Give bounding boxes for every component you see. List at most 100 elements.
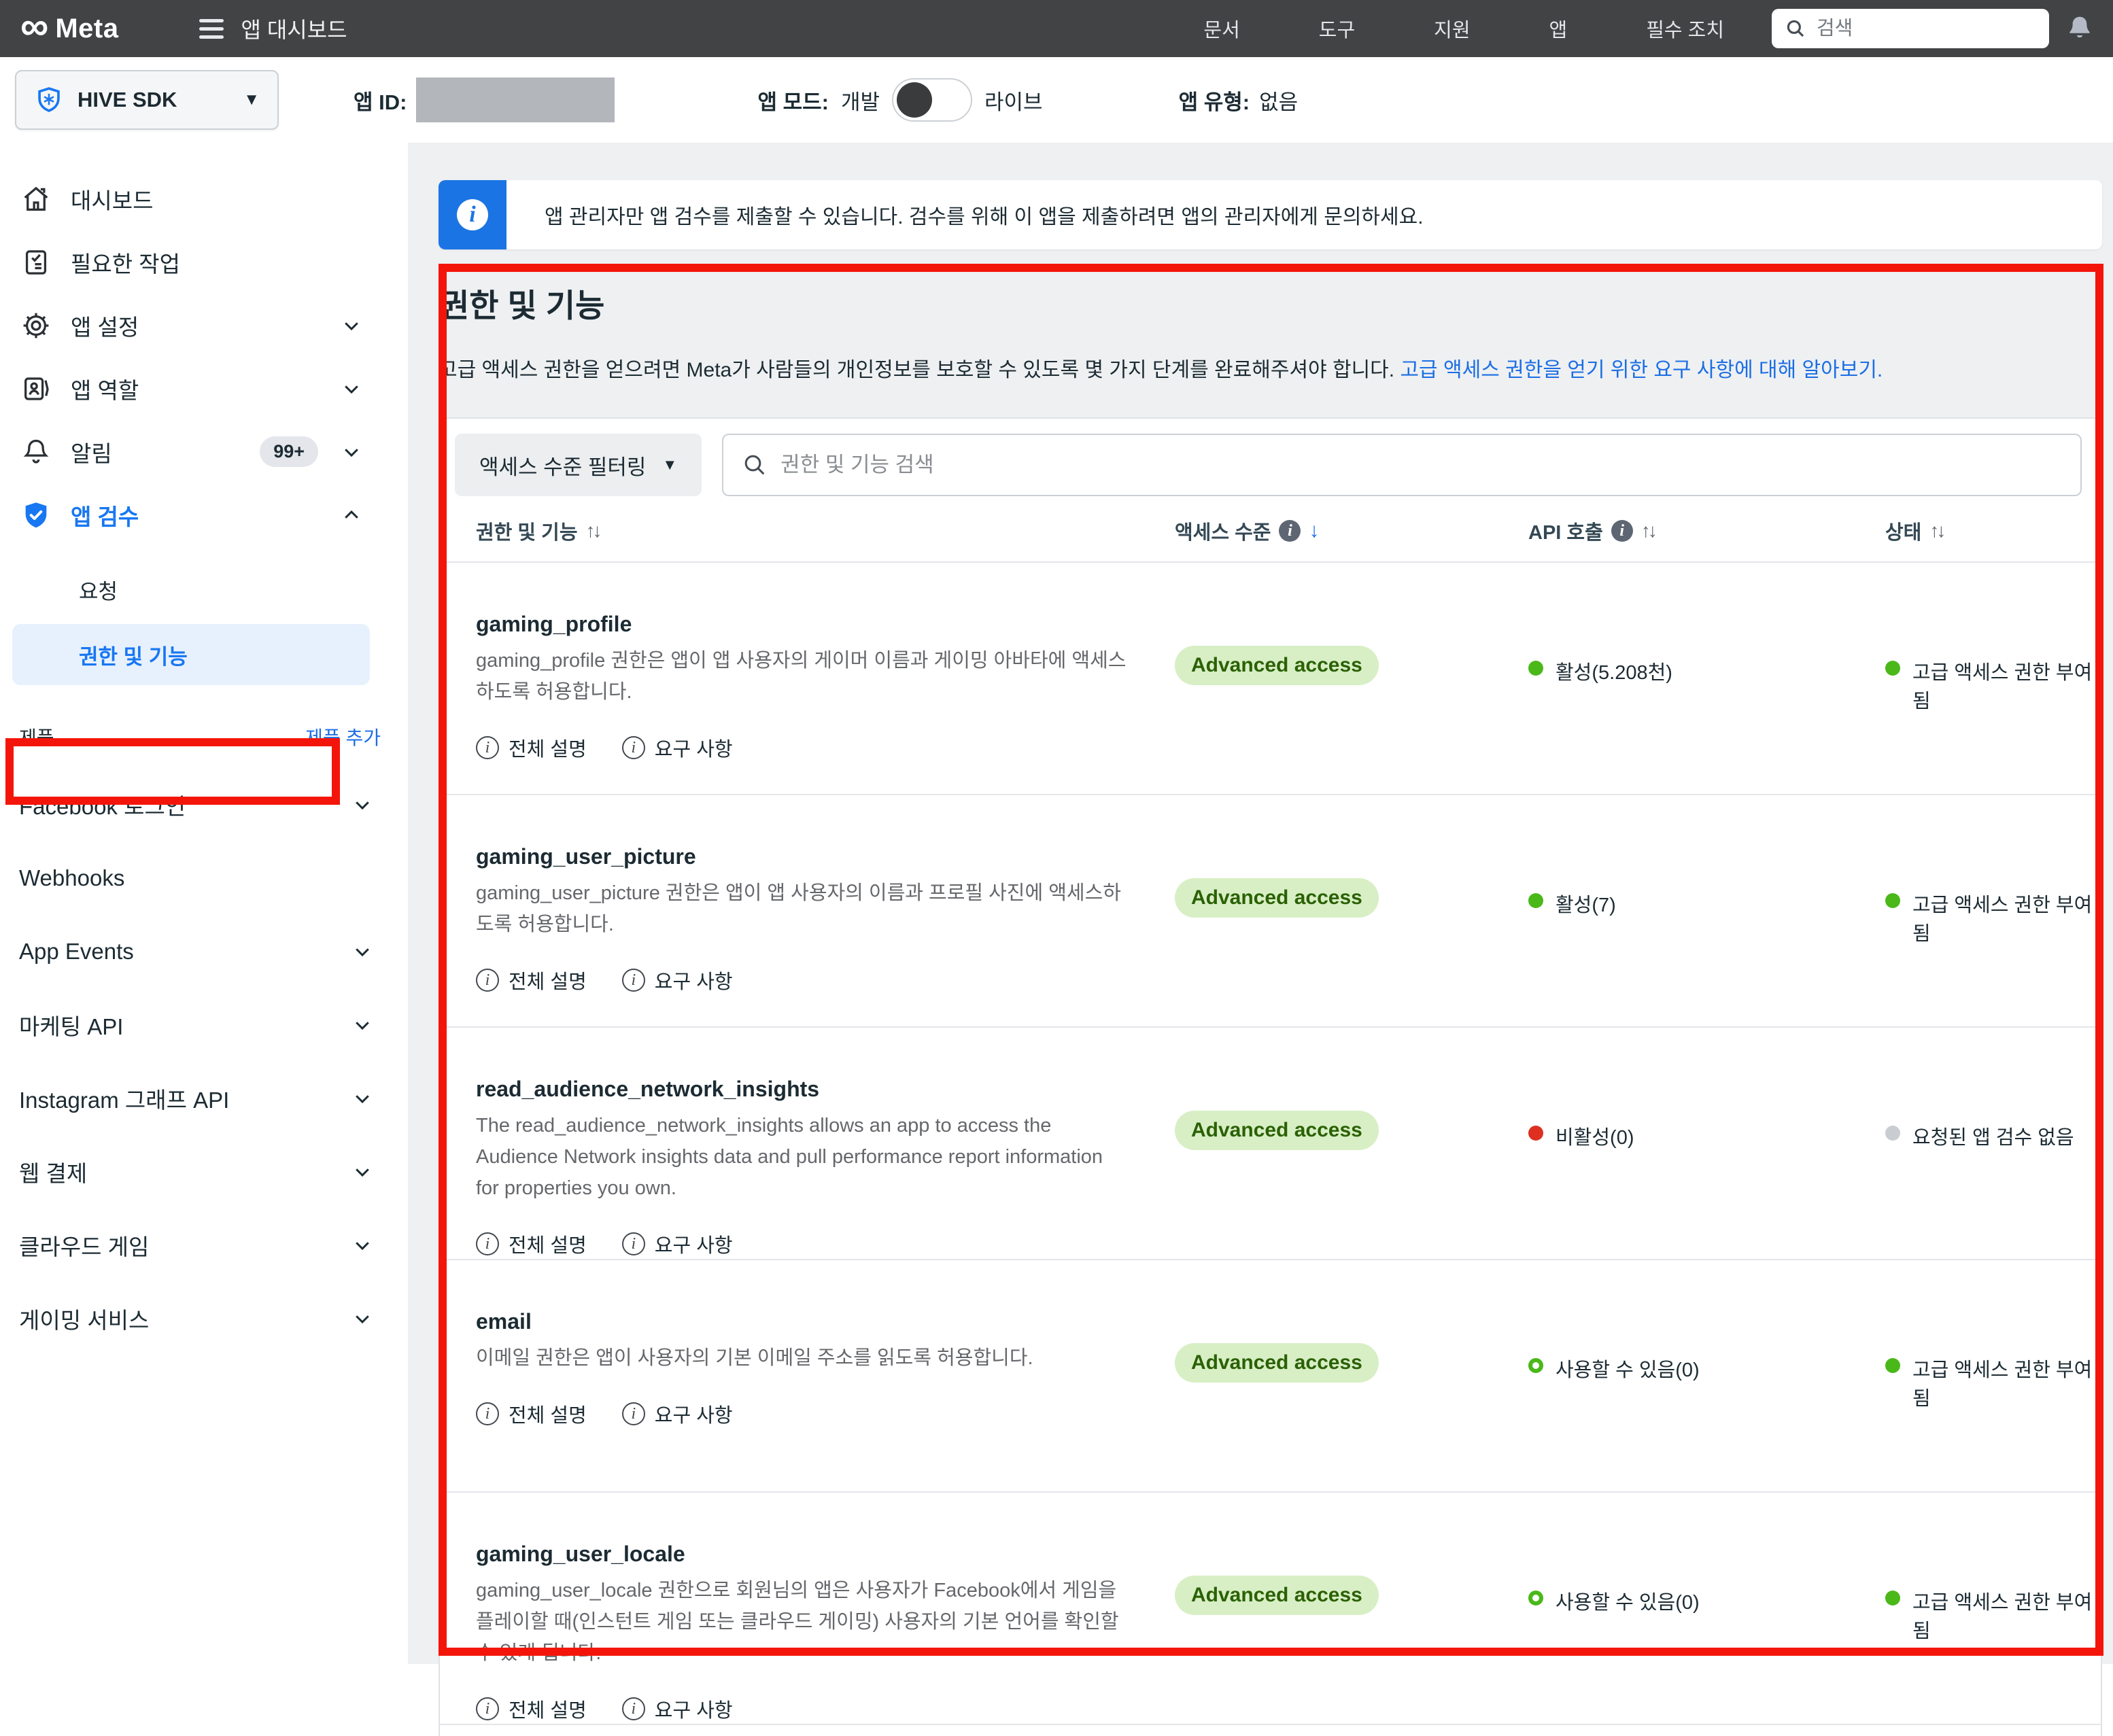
- notifications-bell-icon[interactable]: [2064, 13, 2095, 44]
- sidebar-item-app-roles[interactable]: 앱 역할: [0, 357, 408, 420]
- status-dot: [1885, 661, 1900, 676]
- api-status-dot: [1528, 1126, 1543, 1141]
- add-product-link[interactable]: 제품 추가: [305, 723, 381, 750]
- permission-description: gaming_user_picture 권한은 앱이 앱 사용자의 이름과 프로…: [476, 878, 1134, 940]
- permission-description: The read_audience_network_insights allow…: [476, 1110, 1129, 1204]
- product-label: 웹 결제: [19, 1156, 87, 1188]
- app-selector-dropdown[interactable]: HIVE SDK ▼: [15, 70, 279, 130]
- chevron-down-icon: [341, 379, 362, 399]
- permissions-search[interactable]: [722, 434, 2082, 496]
- api-status-dot: [1528, 661, 1543, 676]
- permissions-card: 액세스 수준 필터링 ▼ 권한 및 기능↑↓ 액세스 수준i↓ API 호출i↑…: [439, 417, 2102, 1736]
- permission-description: gaming_user_locale 권한으로 회원님의 앱은 사용자가 Fac…: [476, 1575, 1134, 1669]
- sidebar-item-label: 대시보드: [71, 183, 381, 215]
- nav-docs[interactable]: 문서: [1203, 14, 1239, 43]
- app-context-bar: HIVE SDK ▼ 앱 ID: 앱 모드: 개발 라이브 앱 유형: 없음: [0, 57, 2113, 143]
- gear-icon: [20, 310, 52, 341]
- menu-icon[interactable]: [199, 19, 224, 39]
- requirements-link[interactable]: i요구 사항: [622, 1230, 733, 1258]
- column-header-access[interactable]: 액세스 수준i↓: [1175, 517, 1528, 545]
- table-row: gaming_profile gaming_profile 권한은 앱이 앱 사…: [440, 563, 2101, 795]
- info-icon: i: [476, 1232, 499, 1255]
- api-calls-value: 사용할 수 있음(0): [1556, 1354, 1700, 1383]
- requirements-link[interactable]: i요구 사항: [622, 733, 733, 762]
- product-facebook-login[interactable]: Facebook 로그인: [0, 768, 408, 841]
- tasks-icon: [20, 247, 52, 278]
- full-description-link[interactable]: i전체 설명: [476, 966, 587, 994]
- product-label: 게이밍 서비스: [19, 1302, 149, 1335]
- info-icon: i: [622, 1232, 645, 1255]
- description-text: 고급 액세스 권한을 얻으려면 Meta가 사람들의 개인정보를 보호할 수 있…: [439, 359, 1400, 381]
- nav-apps[interactable]: 앱: [1549, 14, 1568, 43]
- global-search-input[interactable]: [1817, 18, 2037, 40]
- info-icon: i: [622, 969, 645, 992]
- sidebar-item-dashboard[interactable]: 대시보드: [0, 167, 408, 230]
- full-description-link[interactable]: i전체 설명: [476, 1400, 587, 1428]
- sort-desc-icon: ↓: [1309, 519, 1319, 542]
- full-description-link[interactable]: i전체 설명: [476, 733, 587, 762]
- app-mode-live-label: 라이브: [984, 85, 1043, 116]
- table-row: email 이메일 권한은 앱이 사용자의 기본 이메일 주소를 읽도록 허용합…: [440, 1260, 2101, 1493]
- product-app-events[interactable]: App Events: [0, 915, 408, 988]
- requirements-link[interactable]: i요구 사항: [622, 1695, 733, 1723]
- access-level-badge: Advanced access: [1175, 1576, 1379, 1615]
- sidebar-item-required-tasks[interactable]: 필요한 작업: [0, 230, 408, 294]
- product-label: 클라우드 게임: [19, 1229, 149, 1262]
- product-label: App Events: [19, 939, 134, 965]
- learn-more-link[interactable]: 고급 액세스 권한을 얻기 위한 요구 사항에 대해 알아보기.: [1400, 359, 1883, 381]
- product-instagram-graph-api[interactable]: Instagram 그래프 API: [0, 1062, 408, 1135]
- table-row: gaming_user_locale gaming_user_locale 권한…: [440, 1493, 2101, 1725]
- access-level-filter-button[interactable]: 액세스 수준 필터링 ▼: [455, 434, 702, 496]
- app-type-value: 없음: [1259, 85, 1298, 116]
- sidebar-item-label: 앱 설정: [71, 309, 341, 342]
- full-description-link[interactable]: i전체 설명: [476, 1695, 587, 1723]
- chevron-down-icon: ▼: [243, 90, 260, 109]
- meta-logo[interactable]: ∞ Meta: [20, 9, 119, 48]
- sidebar-item-app-settings[interactable]: 앱 설정: [0, 294, 408, 357]
- sidebar-subitem-requests[interactable]: 요청: [0, 559, 408, 620]
- app-mode-toggle[interactable]: [892, 78, 972, 122]
- access-level-badge: Advanced access: [1175, 1343, 1379, 1383]
- app-type-label: 앱 유형:: [1179, 85, 1250, 116]
- product-cloud-games[interactable]: 클라우드 게임: [0, 1209, 408, 1282]
- status-value: 고급 액세스 권한 부여됨: [1912, 1354, 2101, 1411]
- nav-support[interactable]: 지원: [1434, 14, 1470, 43]
- info-banner: i 앱 관리자만 앱 검수를 제출할 수 있습니다. 검수를 위해 이 앱을 제…: [439, 180, 2102, 249]
- api-calls-value: 사용할 수 있음(0): [1556, 1586, 1700, 1615]
- requirements-link[interactable]: i요구 사항: [622, 1400, 733, 1428]
- search-icon: [741, 451, 768, 479]
- info-icon: i: [476, 736, 499, 759]
- permissions-search-input[interactable]: [780, 453, 2063, 477]
- chevron-down-icon: [341, 442, 362, 462]
- full-description-link[interactable]: i전체 설명: [476, 1230, 587, 1258]
- info-icon[interactable]: i: [1279, 520, 1301, 542]
- nav-required-actions[interactable]: 필수 조치: [1646, 14, 1724, 43]
- meta-infinity-icon: ∞: [20, 7, 48, 46]
- column-header-name[interactable]: 권한 및 기능↑↓: [476, 517, 1175, 545]
- info-icon: i: [622, 1697, 645, 1720]
- product-label: Instagram 그래프 API: [19, 1082, 229, 1115]
- search-icon: [1784, 17, 1807, 40]
- column-header-api[interactable]: API 호출i↑↓: [1528, 517, 1885, 545]
- product-web-payments[interactable]: 웹 결제: [0, 1135, 408, 1209]
- product-marketing-api[interactable]: 마케팅 API: [0, 988, 408, 1062]
- product-webhooks[interactable]: Webhooks: [0, 841, 408, 915]
- product-gaming-services[interactable]: 게이밍 서비스: [0, 1282, 408, 1355]
- global-search[interactable]: [1772, 9, 2049, 48]
- sidebar-item-app-review[interactable]: 앱 검수: [0, 483, 408, 546]
- column-header-status[interactable]: 상태↑↓: [1885, 517, 2101, 545]
- info-icon: i: [622, 736, 645, 759]
- product-label: 마케팅 API: [19, 1009, 123, 1041]
- sidebar: 대시보드 필요한 작업 앱 설정 앱 역할 알림 99+ 앱 검수 요청 권: [0, 143, 408, 1664]
- sidebar-subitem-permissions[interactable]: 권한 및 기능: [12, 624, 370, 685]
- status-value: 고급 액세스 권한 부여됨: [1912, 657, 2101, 714]
- app-dashboard-title[interactable]: 앱 대시보드: [241, 13, 347, 44]
- requirements-link[interactable]: i요구 사항: [622, 966, 733, 994]
- info-icon: i: [476, 969, 499, 992]
- top-bar: ∞ Meta 앱 대시보드 문서 도구 지원 앱 필수 조치: [0, 0, 2113, 57]
- shield-check-icon: [20, 500, 52, 531]
- sidebar-item-notifications[interactable]: 알림 99+: [0, 420, 408, 483]
- chevron-down-icon: [352, 941, 373, 962]
- info-icon[interactable]: i: [1611, 520, 1633, 542]
- nav-tools[interactable]: 도구: [1319, 14, 1355, 43]
